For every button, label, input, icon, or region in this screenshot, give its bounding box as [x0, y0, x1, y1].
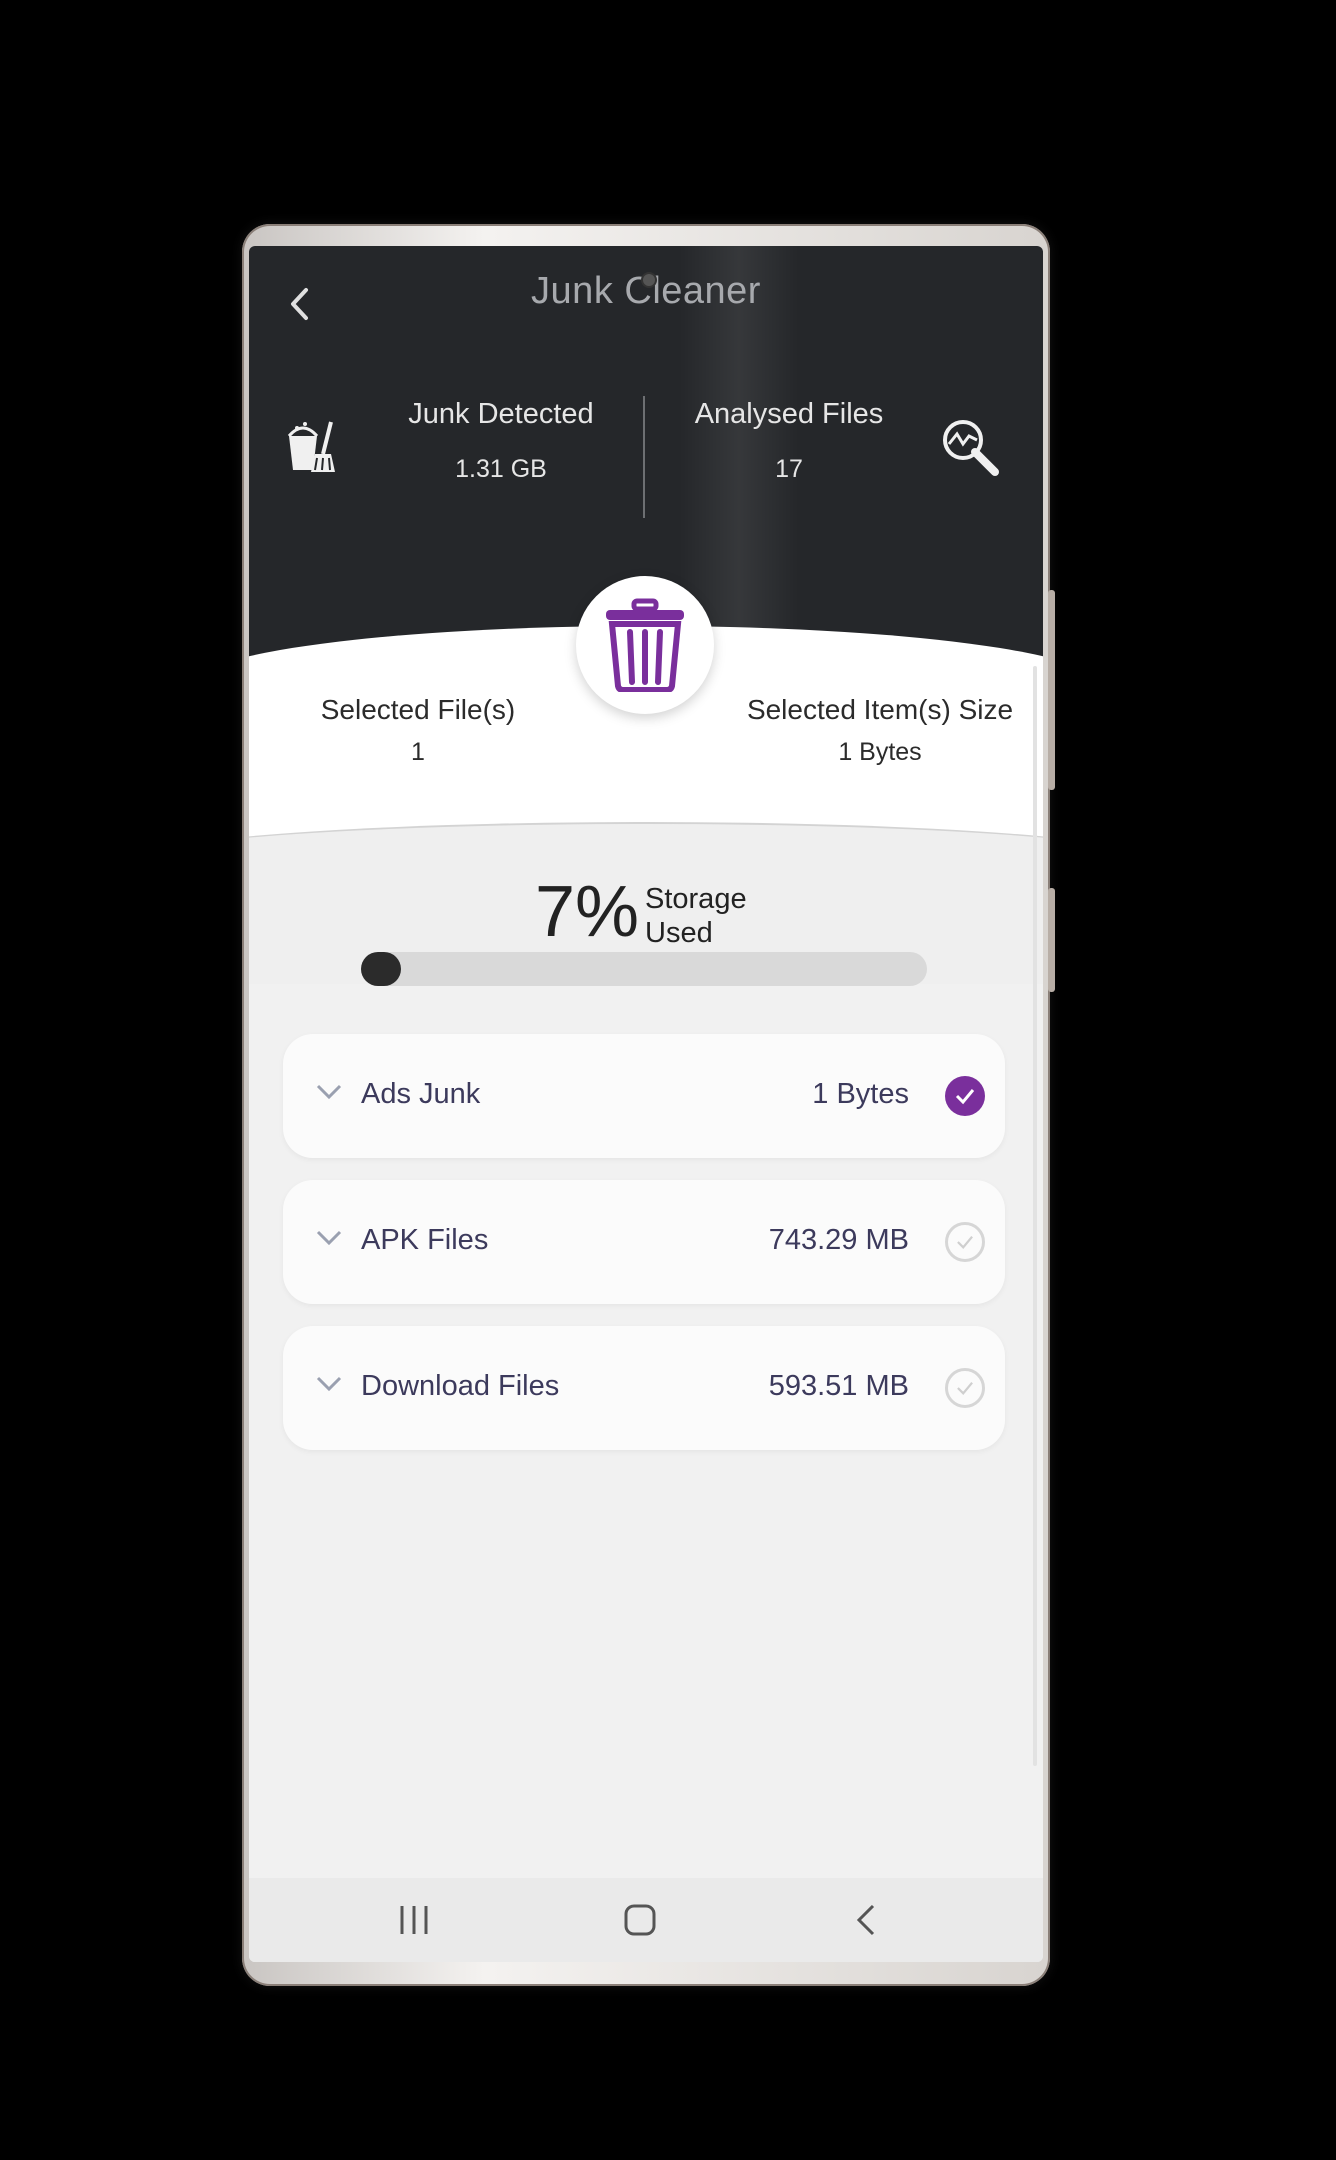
- category-checkbox[interactable]: [945, 1368, 985, 1408]
- volume-button: [1048, 590, 1055, 790]
- category-row-apk-files[interactable]: APK Files 743.29 MB: [283, 1180, 1005, 1304]
- recents-icon: [400, 1906, 428, 1934]
- chevron-down-icon[interactable]: [315, 1228, 343, 1248]
- checkmark-icon: [957, 1235, 973, 1249]
- checkmark-icon: [957, 1381, 973, 1395]
- search-analysis-icon[interactable]: [937, 416, 1001, 480]
- analysed-files-label: Analysed Files: [694, 398, 884, 430]
- app-screen: Junk Cleaner Junk Detected 1.31 GB Analy…: [249, 246, 1043, 1962]
- trash-icon: [606, 598, 684, 692]
- category-checkbox[interactable]: [945, 1076, 985, 1116]
- category-name: APK Files: [361, 1224, 489, 1256]
- junk-detected-stat: Junk Detected 1.31 GB: [371, 398, 631, 484]
- junk-detected-label: Junk Detected: [408, 398, 594, 430]
- storage-progress-bar: [361, 952, 927, 986]
- selected-size-label: Selected Item(s) Size: [746, 694, 1014, 725]
- category-name: Ads Junk: [361, 1078, 481, 1110]
- storage-label-line2: Used: [645, 917, 713, 949]
- category-row-ads-junk[interactable]: Ads Junk 1 Bytes: [283, 1034, 1005, 1158]
- category-checkbox[interactable]: [945, 1222, 985, 1262]
- analysed-files-stat: Analysed Files 17: [659, 398, 919, 484]
- home-button[interactable]: [615, 1898, 665, 1942]
- nav-back-button[interactable]: [841, 1898, 891, 1942]
- power-button: [1048, 888, 1055, 992]
- storage-label-line1: Storage: [645, 883, 747, 915]
- selected-size-value: 1 Bytes: [838, 738, 922, 766]
- home-icon: [624, 1904, 656, 1936]
- selected-files-label: Selected File(s): [320, 694, 516, 725]
- cleaning-bucket-icon: [287, 421, 335, 472]
- analysed-files-value: 17: [775, 455, 803, 483]
- chevron-down-icon[interactable]: [315, 1374, 343, 1394]
- camera-cutout: [643, 274, 655, 286]
- selected-files-value: 1: [411, 738, 425, 766]
- selected-size: Selected Item(s) Size 1 Bytes: [735, 694, 1025, 767]
- category-row-download-files[interactable]: Download Files 593.51 MB: [283, 1326, 1005, 1450]
- category-name: Download Files: [361, 1370, 560, 1402]
- category-size: 1 Bytes: [812, 1078, 909, 1110]
- selected-files: Selected File(s) 1: [303, 694, 533, 767]
- delete-button[interactable]: [576, 576, 714, 714]
- storage-label: Storage Used: [645, 882, 747, 950]
- junk-detected-value: 1.31 GB: [455, 455, 547, 483]
- storage-percent: 7%: [535, 872, 640, 952]
- recents-button[interactable]: [389, 1898, 439, 1942]
- back-icon: [856, 1904, 875, 1936]
- category-size: 743.29 MB: [768, 1224, 909, 1256]
- scrollbar[interactable]: [1033, 666, 1037, 1766]
- checkmark-icon: [955, 1089, 975, 1105]
- system-nav-bar: [249, 1878, 1043, 1962]
- stat-divider: [643, 396, 645, 518]
- chevron-down-icon[interactable]: [315, 1082, 343, 1102]
- category-size: 593.51 MB: [768, 1370, 909, 1402]
- storage-progress-fill: [361, 952, 401, 986]
